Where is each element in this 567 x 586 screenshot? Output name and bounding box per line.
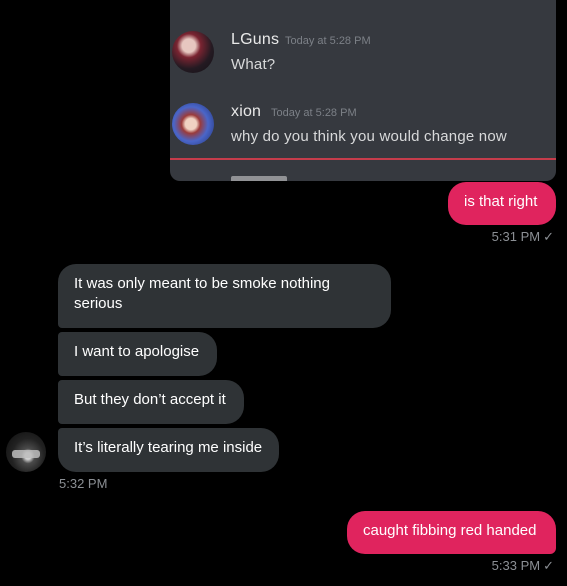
username: xion (231, 103, 262, 120)
message-text: is that right (464, 193, 538, 210)
message-text: What? (231, 56, 276, 73)
message-meta: 5:31 PM ✓ (492, 229, 554, 245)
message-text: caught fibbing red handed (363, 522, 537, 539)
message-meta: 5:33 PM ✓ (492, 558, 554, 574)
car-icon (12, 450, 40, 458)
outgoing-message[interactable]: is that right (448, 182, 556, 225)
message-time: 5:33 PM (491, 558, 541, 573)
clipped-username (231, 172, 287, 181)
incoming-message[interactable]: I want to apologise (58, 332, 217, 376)
new-messages-divider (170, 158, 556, 160)
username: LGuns (231, 31, 280, 48)
message-text: It’s literally tearing me inside (74, 439, 263, 456)
avatar (172, 103, 214, 145)
timestamp: Today at 5:28 PM (271, 107, 357, 119)
message-time: 5:32 PM (59, 476, 108, 491)
sent-check-icon: ✓ (543, 229, 554, 244)
incoming-message[interactable]: It’s literally tearing me inside (58, 428, 279, 472)
embedded-screenshot[interactable]: LGuns Today at 5:28 PM What? xion Today … (170, 0, 556, 181)
message-text: But they don’t accept it (74, 391, 226, 408)
top-clipped-message (170, 0, 556, 4)
incoming-message[interactable]: But they don’t accept it (58, 380, 244, 424)
message-text: I want to apologise (74, 343, 200, 360)
message-text: It was only meant to be smoke nothing se… (74, 275, 330, 312)
sender-avatar[interactable] (6, 432, 46, 472)
outgoing-message[interactable]: caught fibbing red handed (347, 511, 556, 554)
timestamp: Today at 5:28 PM (285, 35, 371, 47)
message-text: why do you think you would change now (231, 128, 507, 145)
message-time: 5:31 PM (491, 229, 541, 244)
avatar (172, 31, 214, 73)
incoming-message[interactable]: It was only meant to be smoke nothing se… (58, 264, 391, 328)
sent-check-icon: ✓ (543, 558, 554, 573)
